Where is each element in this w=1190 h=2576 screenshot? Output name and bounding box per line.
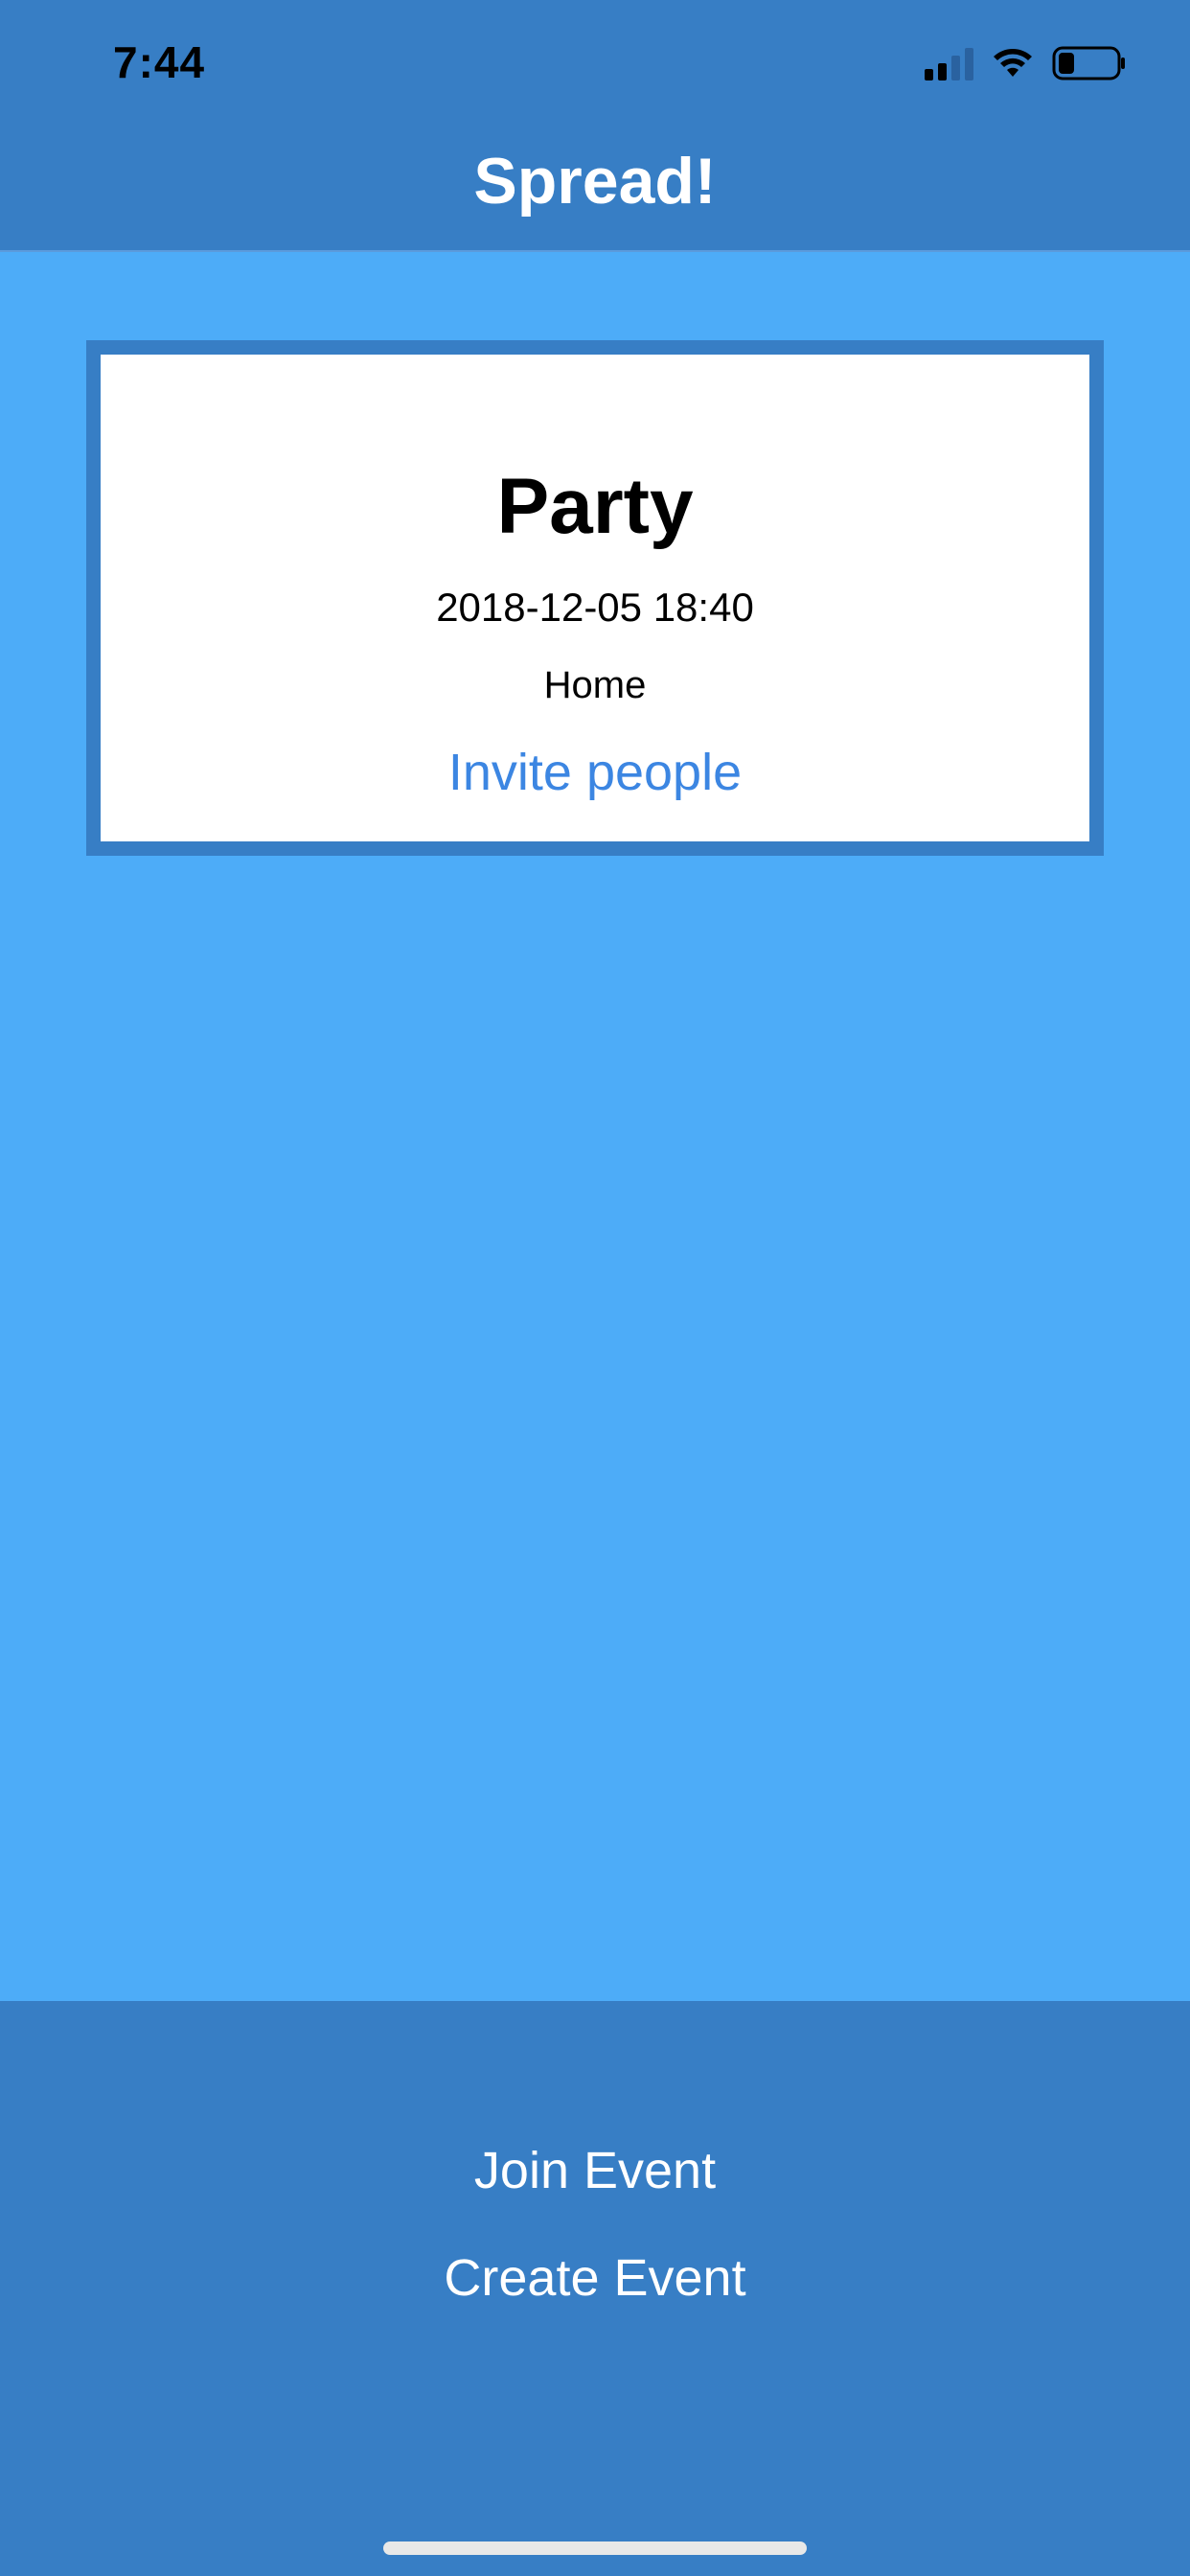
bottom-action-panel: Join Event Create Event [0,2001,1190,2576]
invite-people-button[interactable]: Invite people [101,743,1089,802]
status-time: 7:44 [113,37,206,87]
app-screen: 7:44 Spread! Party 2018-12-05 18:40 Home… [0,0,1190,2576]
page-title: Spread! [473,145,717,218]
cellular-signal-icon [925,46,973,80]
wifi-icon [993,48,1033,79]
battery-icon [1052,45,1127,81]
event-location: Home [543,664,647,706]
create-event-button[interactable]: Create Event [0,2248,1190,2308]
join-event-button[interactable]: Join Event [0,2141,1190,2200]
event-datetime: 2018-12-05 18:40 [436,585,754,630]
event-card[interactable]: Party 2018-12-05 18:40 Home Invite peopl… [86,340,1104,856]
home-indicator[interactable] [383,2542,807,2555]
app-header: 7:44 Spread! [0,0,1190,252]
status-icons [925,42,1127,84]
event-title: Party [496,463,694,550]
status-bar: 7:44 [0,0,1190,126]
